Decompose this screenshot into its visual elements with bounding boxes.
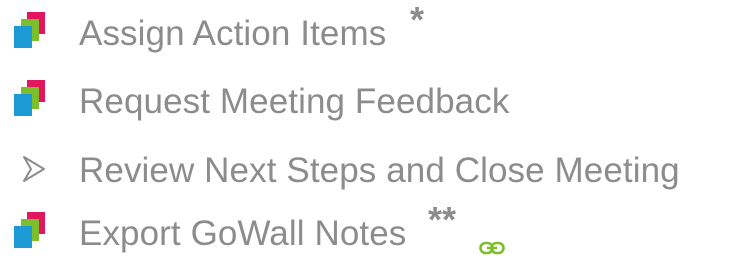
item-label: Assign Action Items xyxy=(79,14,387,53)
layered-squares-icon xyxy=(14,212,46,250)
link-icon[interactable] xyxy=(479,241,505,255)
item-label: Request Meeting Feedback xyxy=(79,82,510,121)
layered-squares-icon xyxy=(14,12,46,50)
item-label: Review Next Steps and Close Meeting xyxy=(79,151,680,190)
layered-squares-icon xyxy=(14,80,46,118)
list-item: Export GoWall Notes ** xyxy=(0,202,731,264)
list-item: Assign Action Items * xyxy=(0,2,731,64)
footnote-marker: ** xyxy=(428,199,457,240)
list-item: Request Meeting Feedback xyxy=(0,76,731,132)
item-label: Export GoWall Notes xyxy=(79,214,407,253)
list-item: Review Next Steps and Close Meeting xyxy=(0,145,731,201)
agenda-list: Assign Action Items * Request Meeting Fe… xyxy=(0,0,731,270)
arrow-bullet-icon xyxy=(23,156,45,182)
footnote-marker: * xyxy=(410,0,425,40)
